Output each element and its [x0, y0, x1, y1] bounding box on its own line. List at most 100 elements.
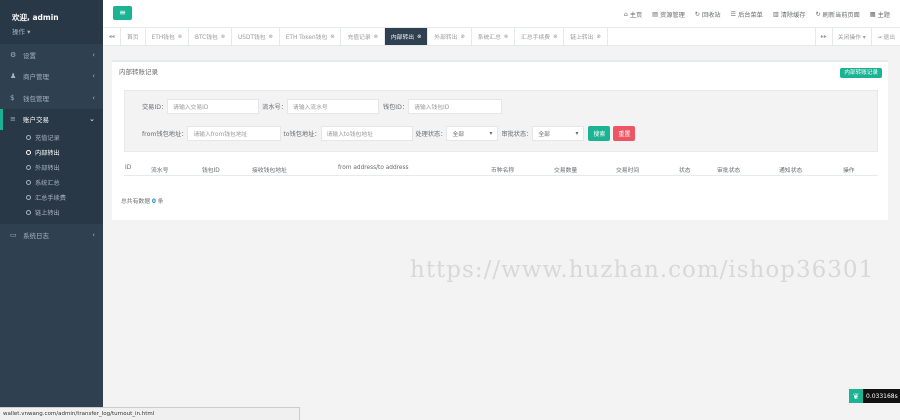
close-icon[interactable]: ⊗ — [553, 34, 557, 40]
leaf-icon: ❦ — [849, 389, 863, 403]
user-icon: ♟ — [10, 72, 17, 81]
sidebar-toggle-button[interactable]: ≡ — [113, 6, 132, 20]
close-icon[interactable]: ⊗ — [374, 34, 378, 40]
from-address-input[interactable]: 请输入from钱包地址 — [187, 126, 282, 141]
gears-icon: ⚙ — [10, 50, 17, 59]
to-address-input[interactable]: 请输入to钱包地址 — [320, 126, 413, 141]
close-ops-dropdown[interactable]: 关闭操作 ▾ — [831, 28, 871, 45]
circle-icon — [26, 180, 31, 185]
close-icon[interactable]: ⊗ — [178, 34, 182, 40]
tab-label: 内部转出 — [390, 35, 415, 41]
tab-internal-out[interactable]: 内部转出 ⊗ — [384, 28, 429, 45]
column-header: 操作 — [843, 168, 855, 174]
tabs-right-controls: ▸▸ 关闭操作 ▾ ⇥ 退出 — [814, 28, 900, 45]
top-link-label: 后台菜单 — [738, 11, 763, 19]
panel-title: 内部转账记录 — [119, 68, 158, 76]
top-link-resources[interactable]: ▤ 资源管理 — [652, 10, 685, 19]
column-header: 状态 — [679, 168, 691, 174]
tab-btc-wallet[interactable]: BTC钱包 ⊗ — [189, 28, 233, 45]
column-header: 通知状态 — [779, 168, 803, 174]
field-label: to钱包地址： — [283, 131, 321, 138]
search-form: 交易ID： 请输入交易ID 流水号： 请输入流水号 钱包ID： 请输入钱包ID … — [124, 90, 878, 152]
wallet-id-input[interactable]: 请输入钱包ID — [408, 99, 503, 114]
top-link-admin-menu[interactable]: ☰ 后台菜单 — [731, 10, 763, 19]
top-link-label: 主页 — [629, 11, 643, 19]
load-time-value: 0.033168s — [863, 389, 900, 403]
top-link-clear-cache[interactable]: ▥ 清除缓存 — [773, 10, 806, 19]
close-icon[interactable]: ⊗ — [417, 34, 421, 40]
tab-summary[interactable]: 系统汇总 ⊗ — [472, 28, 516, 45]
tabs-prev-button[interactable]: ◂◂ — [103, 28, 121, 45]
circle-icon — [26, 195, 31, 200]
close-icon[interactable]: ⊗ — [330, 34, 334, 40]
sidebar-item-system-log[interactable]: ▭ 系统日志 ‹ — [0, 224, 103, 246]
tab-home[interactable]: 首页 — [121, 28, 146, 45]
field-label: 处理状态： — [415, 131, 447, 138]
close-icon[interactable]: ⊗ — [504, 34, 508, 40]
chevron-left-icon: ‹ — [92, 72, 95, 81]
tab-usdt-wallet[interactable]: USDT钱包 ⊗ — [232, 28, 280, 45]
caret-down-icon: ▾ — [575, 130, 579, 137]
sidebar-subitem-recharge[interactable]: 充值记录 — [0, 130, 103, 145]
field-label: 交易ID： — [142, 104, 168, 111]
internal-transfer-log-button[interactable]: 内部转账记录 — [840, 68, 882, 78]
sidebar-item-transactions[interactable]: ≡ 账户交易 ⌄ — [0, 108, 103, 130]
tab-eth-wallet[interactable]: ETH钱包 ⊗ — [146, 28, 189, 45]
page-load-timer: ❦ 0.033168s — [849, 389, 900, 403]
column-header: 交易数量 — [554, 168, 578, 174]
file-icon: ▤ — [652, 10, 659, 18]
desktop-icon: ▭ — [10, 230, 17, 239]
chevron-down-icon: ⌄ — [89, 115, 95, 124]
sidebar-subitem-fee-summary[interactable]: 汇总手续费 — [0, 190, 103, 205]
logout-button[interactable]: ⇥ 退出 — [870, 28, 900, 45]
search-button[interactable]: 搜索 — [588, 126, 611, 141]
sidebar-subitem-label: 系统汇总 — [35, 180, 60, 187]
reset-button[interactable]: 重置 — [613, 126, 636, 141]
sidebar-subitem-chain-out[interactable]: 链上转出 — [0, 205, 103, 220]
circle-icon — [26, 135, 31, 140]
column-header: from address/to address — [338, 165, 409, 171]
tab-recharge[interactable]: 充值记录 ⊗ — [341, 28, 385, 45]
serial-number-input[interactable]: 请输入流水号 — [286, 99, 379, 114]
sidebar-subitem-summary[interactable]: 系统汇总 — [0, 175, 103, 190]
tab-fee-summary[interactable]: 汇总手续费 ⊗ — [515, 28, 565, 45]
chevron-left-icon: ‹ — [92, 50, 95, 59]
sidebar-item-label: 系统日志 — [23, 231, 49, 240]
sidebar-subitem-external-out[interactable]: 外部转出 — [0, 160, 103, 175]
sidebar-subitem-internal-out[interactable]: 内部转出 — [0, 145, 103, 160]
top-link-theme[interactable]: ▦ 主题 — [870, 10, 890, 19]
tabs-next-button[interactable]: ▸▸ — [814, 28, 832, 45]
sidebar-item-merchants[interactable]: ♟ 商户管理 ‹ — [0, 66, 103, 88]
audit-status-select[interactable]: 全部 ▾ — [532, 126, 585, 141]
profile-ops-dropdown[interactable]: 操作 ▾ — [12, 26, 103, 36]
top-link-home[interactable]: ⌂ 主页 — [624, 10, 642, 19]
close-icon[interactable]: ⊗ — [269, 34, 273, 40]
tab-chain-out[interactable]: 链上转出 ⊗ — [564, 28, 608, 45]
tab-external-out[interactable]: 外部转出 ⊗ — [428, 28, 472, 45]
top-link-label: 刷新当前页面 — [822, 11, 860, 19]
transaction-id-input[interactable]: 请输入交易ID — [167, 99, 260, 114]
sidebar-subitem-label: 充值记录 — [35, 135, 60, 142]
column-header: ID — [125, 165, 132, 171]
tab-eth-token-wallet[interactable]: ETH Token钱包 ⊗ — [280, 28, 342, 45]
process-status-select[interactable]: 全部 ▾ — [446, 126, 499, 141]
top-link-label: 资源管理 — [660, 11, 685, 19]
close-icon[interactable]: ⊗ — [221, 34, 225, 40]
home-icon: ⌂ — [623, 10, 628, 18]
chevron-left-icon: ‹ — [92, 230, 95, 239]
top-link-label: 回收站 — [701, 11, 721, 19]
column-header: 交易时间 — [616, 168, 640, 174]
tab-label: BTC钱包 — [194, 35, 218, 41]
close-icon[interactable]: ⊗ — [596, 34, 600, 40]
sidebar: 欢迎, admin 操作 ▾ ⚙ 设置 ‹ ♟ 商户管理 ‹ $ 钱包管理 ‹ … — [0, 0, 103, 420]
column-header: 审批状态 — [717, 168, 741, 174]
top-link-refresh-page[interactable]: ↻ 刷新当前页面 — [815, 10, 859, 19]
close-icon[interactable]: ⊗ — [460, 34, 464, 40]
sidebar-submenu: 充值记录 内部转出 外部转出 系统汇总 汇总手续费 链上转出 — [0, 130, 103, 224]
circle-icon — [26, 150, 31, 155]
column-header: 币种名称 — [491, 168, 515, 174]
sidebar-item-wallets[interactable]: $ 钱包管理 ‹ — [0, 87, 103, 109]
top-link-recycle[interactable]: ↻ 回收站 — [695, 10, 721, 19]
tab-list: 首页 ETH钱包 ⊗ BTC钱包 ⊗ USDT钱包 ⊗ ETH Token钱包 ⊗ 充值… — [121, 28, 815, 45]
sidebar-item-settings[interactable]: ⚙ 设置 ‹ — [0, 44, 103, 66]
